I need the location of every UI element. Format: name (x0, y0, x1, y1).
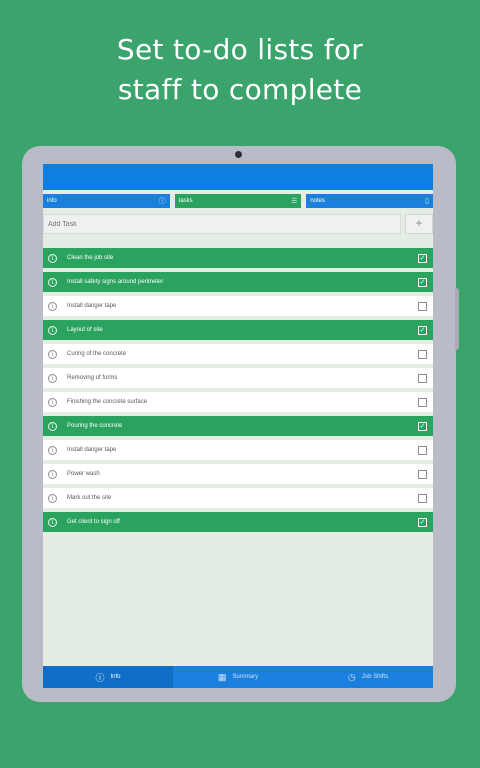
task-label: Install danger tape (67, 303, 117, 309)
nav-summary-label: Summary (232, 674, 259, 680)
task-row[interactable]: i Power wash (43, 464, 433, 484)
task-checkbox[interactable] (418, 301, 427, 311)
nav-job-shifts[interactable]: ◷ Job Shifts (303, 666, 433, 688)
task-info-icon[interactable]: i (48, 373, 57, 383)
task-info-icon[interactable]: i (48, 517, 57, 527)
task-label: Removing of forms (67, 375, 118, 381)
task-info-icon[interactable]: i (48, 445, 57, 455)
headline: Set to-do lists for staff to complete (0, 30, 480, 110)
bottom-nav: ⓘ Info ▦ Summary ◷ Job Shifts (43, 666, 433, 688)
task-label: Pouring the concrete (67, 423, 123, 429)
task-info-icon[interactable]: i (48, 349, 57, 359)
nav-info-label: Info (110, 674, 121, 680)
task-row[interactable]: i Mark out the site (43, 488, 433, 508)
task-label: Finishing the concrete surface (67, 399, 148, 405)
list-icon: ☰ (291, 198, 298, 205)
tab-info-label: info (47, 198, 57, 204)
tab-info[interactable]: info ⓘ (43, 194, 170, 208)
task-label: Layout of site (67, 327, 103, 333)
task-checkbox[interactable]: ✓ (418, 253, 427, 263)
section-tabs: info ⓘ tasks ☰ notes ▯ (43, 190, 433, 208)
task-info-icon[interactable]: i (48, 301, 57, 311)
task-label: Mark out the site (67, 495, 112, 501)
task-row[interactable]: i Clean the job site ✓ (43, 248, 433, 268)
app-bar (43, 164, 433, 190)
task-row[interactable]: i Layout of site ✓ (43, 320, 433, 340)
task-info-icon[interactable]: i (48, 325, 57, 335)
tab-notes[interactable]: notes ▯ (306, 194, 433, 208)
task-label: Install safety signs around perimeter (67, 279, 164, 285)
task-info-icon[interactable]: i (48, 253, 57, 263)
task-checkbox[interactable] (418, 445, 427, 455)
task-row[interactable]: i Get client to sign off ✓ (43, 512, 433, 532)
task-label: Clean the job site (67, 255, 114, 261)
task-info-icon[interactable]: i (48, 469, 57, 479)
clipboard-icon: ▯ (425, 198, 430, 205)
app-screen: info ⓘ tasks ☰ notes ▯ + i Clean the job … (43, 164, 433, 688)
task-info-icon[interactable]: i (48, 421, 57, 431)
add-task-input[interactable] (43, 214, 401, 234)
summary-icon: ▦ (217, 671, 227, 682)
task-checkbox[interactable] (418, 397, 427, 407)
task-row[interactable]: i Curing of the concrete (43, 344, 433, 364)
task-checkbox[interactable] (418, 373, 427, 383)
task-label: Power wash (67, 471, 100, 477)
tab-tasks[interactable]: tasks ☰ (174, 194, 302, 208)
task-checkbox[interactable] (418, 493, 427, 503)
nav-summary[interactable]: ▦ Summary (173, 666, 303, 688)
task-info-icon[interactable]: i (48, 493, 57, 503)
nav-job-shifts-label: Job Shifts (361, 674, 389, 680)
task-row[interactable]: i Install safety signs around perimeter ✓ (43, 272, 433, 292)
info-icon: ⓘ (95, 672, 105, 683)
task-row[interactable]: i Pouring the concrete ✓ (43, 416, 433, 436)
task-info-icon[interactable]: i (48, 397, 57, 407)
task-row[interactable]: i Removing of forms (43, 368, 433, 388)
headline-line-1: Set to-do lists for (116, 33, 364, 66)
add-task-row: + (43, 208, 433, 238)
task-checkbox[interactable] (418, 349, 427, 359)
task-label: Get client to sign off (67, 519, 120, 525)
tablet-side-button (455, 288, 459, 350)
tab-tasks-label: tasks (178, 198, 193, 204)
task-row[interactable]: i Install danger tape (43, 296, 433, 316)
task-checkbox[interactable] (418, 469, 427, 479)
nav-info[interactable]: ⓘ Info (43, 666, 173, 688)
task-label: Curing of the concrete (67, 351, 127, 357)
tablet-camera (235, 151, 242, 158)
task-row[interactable]: i Install danger tape (43, 440, 433, 460)
headline-line-2: staff to complete (117, 73, 363, 106)
clock-icon: ◷ (347, 671, 356, 682)
tab-notes-label: notes (310, 198, 326, 204)
add-task-button[interactable]: + (405, 214, 433, 234)
task-checkbox[interactable]: ✓ (418, 277, 427, 287)
info-circle-icon: ⓘ (158, 198, 166, 205)
task-checkbox[interactable]: ✓ (418, 421, 427, 431)
task-info-icon[interactable]: i (48, 277, 57, 287)
task-label: Install danger tape (67, 447, 117, 453)
task-checkbox[interactable]: ✓ (418, 517, 427, 527)
task-checkbox[interactable]: ✓ (418, 325, 427, 335)
task-list: i Clean the job site ✓ i Install safety sign… (43, 238, 433, 532)
task-row[interactable]: i Finishing the concrete surface (43, 392, 433, 412)
